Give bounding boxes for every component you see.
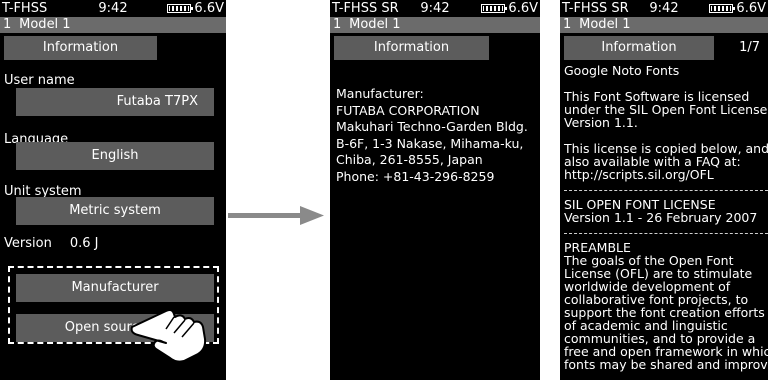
- text-line: fonts may be shared and improved: [564, 357, 768, 372]
- license-heading: Google Noto Fonts: [564, 63, 680, 78]
- battery-voltage: 6.6V: [736, 1, 766, 16]
- manufacturer-line: Manufacturer:: [336, 86, 424, 101]
- version-value: 0.6 J: [69, 236, 99, 251]
- model-bar: 1 Model 1: [560, 17, 768, 33]
- model-bar: 1 Model 1: [330, 17, 540, 33]
- manufacturer-screen: T-FHSS SR 9:42 6.6V 1 Model 1 Informatio…: [330, 0, 540, 380]
- hand-pointer-icon: [130, 309, 207, 363]
- manufacturer-line: Chiba, 261-8555, Japan: [336, 152, 483, 167]
- separator: [564, 233, 768, 234]
- page-title[interactable]: Information: [334, 36, 489, 60]
- user-name-label: User name: [4, 73, 75, 88]
- page-title[interactable]: Information: [564, 36, 714, 60]
- language-select[interactable]: English: [16, 142, 214, 170]
- model-number: 1: [3, 17, 12, 32]
- battery-icon: [167, 4, 194, 13]
- info-screen-main: T-FHSS 9:42 6.6V 1 Model 1 Information U…: [0, 0, 226, 380]
- battery-icon: [709, 4, 736, 13]
- status-bar: T-FHSS SR 9:42 6.6V: [330, 0, 540, 17]
- status-bar: T-FHSS 9:42 6.6V: [0, 0, 226, 17]
- model-name: Model 1: [579, 17, 631, 32]
- license-screen[interactable]: T-FHSS SR 9:42 6.6V 1 Model 1 Informatio…: [560, 0, 768, 380]
- battery-voltage: 6.6V: [508, 1, 538, 16]
- license-text: Google Noto Fonts This Font Software is …: [564, 64, 768, 371]
- model-name: Model 1: [19, 17, 71, 32]
- model-name: Model 1: [349, 17, 401, 32]
- model-number: 1: [563, 17, 572, 32]
- battery-voltage: 6.6V: [194, 1, 224, 16]
- text-line: http://scripts.sil.org/OFL: [564, 167, 714, 182]
- model-number: 1: [333, 17, 342, 32]
- arrow-right-icon: [228, 206, 324, 225]
- text-line: Version 1.1 - 26 February 2007: [564, 210, 758, 225]
- manufacturer-line: B-6F, 1-3 Nakase, Mihama-ku,: [336, 135, 524, 151]
- version-label: Version: [4, 236, 52, 251]
- manufacturer-line: Phone: +81-43-296-8259: [336, 168, 495, 184]
- manufacturer-info: Manufacturer: FUTABA CORPORATION Makuhar…: [336, 86, 528, 185]
- manufacturer-line: Makuhari Techno-Garden Bldg.: [336, 119, 528, 134]
- page-title[interactable]: Information: [4, 36, 157, 60]
- version-row: Version 0.6 J: [4, 236, 98, 251]
- page-indicator[interactable]: 1/7: [739, 36, 760, 60]
- battery-icon: [481, 4, 508, 13]
- manufacturer-line: FUTABA CORPORATION: [336, 102, 480, 118]
- status-bar: T-FHSS SR 9:42 6.6V: [560, 0, 768, 17]
- text-line: Version 1.1.: [564, 115, 638, 130]
- unit-system-select[interactable]: Metric system: [16, 197, 214, 225]
- separator: [564, 190, 768, 191]
- model-bar: 1 Model 1: [0, 17, 226, 33]
- user-name-field[interactable]: Futaba T7PX: [16, 88, 214, 116]
